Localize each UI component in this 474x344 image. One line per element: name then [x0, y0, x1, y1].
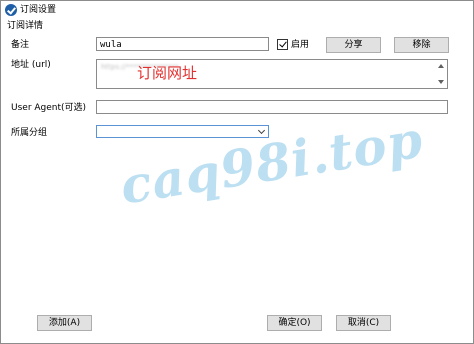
url-textarea[interactable]: https://*************** 订阅网址 — [96, 59, 448, 89]
ok-button[interactable]: 确定(O) — [267, 315, 322, 331]
remark-label: 备注 — [11, 40, 30, 50]
scroll-up-arrow-icon[interactable] — [438, 64, 444, 68]
app-logo-icon — [5, 4, 17, 16]
url-label: 地址 (url) — [11, 60, 51, 70]
title-bar: 订阅设置 — [1, 1, 473, 19]
enable-label: 启用 — [291, 40, 310, 50]
enable-checkbox[interactable] — [277, 39, 288, 50]
window-title: 订阅设置 — [20, 5, 57, 15]
group-label: 所属分组 — [11, 128, 48, 138]
url-overlay-text: 订阅网址 — [137, 64, 198, 82]
scroll-down-arrow-icon[interactable] — [438, 80, 444, 84]
cancel-button[interactable]: 取消(C) — [336, 315, 391, 331]
subscription-settings-window: 订阅设置 订阅详情 备注 wula 启用 分享 移除 地址 (url) http… — [0, 0, 474, 344]
user-agent-input[interactable] — [96, 100, 448, 114]
section-label: 订阅详情 — [7, 21, 44, 31]
remark-input[interactable]: wula — [96, 37, 269, 51]
remove-button[interactable]: 移除 — [394, 37, 449, 53]
add-button[interactable]: 添加(A) — [37, 315, 92, 331]
user-agent-label: User Agent(可选) — [11, 103, 87, 113]
group-select[interactable] — [96, 125, 269, 138]
share-button[interactable]: 分享 — [326, 37, 381, 53]
